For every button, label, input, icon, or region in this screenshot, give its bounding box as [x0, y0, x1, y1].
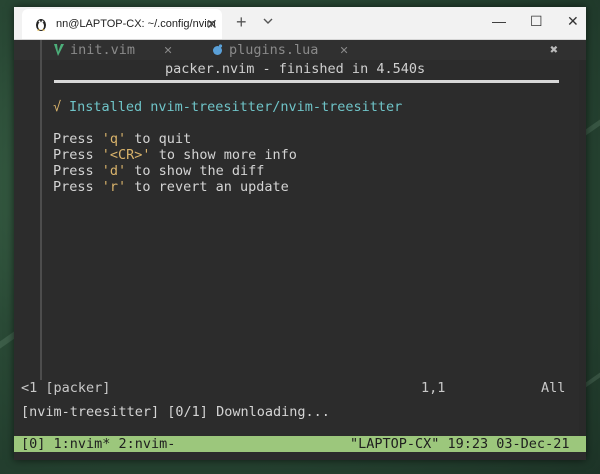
lua-icon — [213, 44, 223, 55]
packer-title-rule — [54, 80, 559, 83]
new-tab-icon[interactable]: + — [236, 12, 247, 33]
packer-title: packer.nvim - finished in 4.540s — [165, 61, 426, 77]
maximize-icon[interactable]: ☐ — [530, 13, 543, 30]
cursor-position: 1,1 — [421, 380, 446, 396]
help-line-revert: Press 'r' to revert an update — [53, 179, 289, 195]
title-bar: nn@LAPTOP-CX: ~/.config/nvim ✕ + — ☐ ✕ — [14, 7, 586, 40]
terminal-window: nn@LAPTOP-CX: ~/.config/nvim ✕ + — ☐ ✕ i… — [14, 7, 586, 460]
tmux-host-time: "LAPTOP-CX" 19:23 03-Dec-21 — [350, 436, 570, 452]
scrollbar[interactable] — [579, 60, 586, 436]
tab-close-icon[interactable]: ✕ — [206, 16, 218, 33]
terminal-content[interactable]: init.vim ✕ plugins.lua ✕ ✖ packer.nvim -… — [14, 40, 586, 460]
scroll-indicator: All — [541, 380, 566, 396]
minimize-icon[interactable]: — — [492, 13, 506, 29]
buffer-close-icon[interactable]: ✕ — [164, 42, 172, 58]
tab-title: nn@LAPTOP-CX: ~/.config/nvim — [56, 18, 216, 30]
buffer-close-icon[interactable]: ✕ — [340, 42, 348, 58]
window-separator — [40, 40, 42, 380]
terminal-tab[interactable]: nn@LAPTOP-CX: ~/.config/nvim ✕ — [22, 9, 222, 39]
help-line-quit: Press 'q' to quit — [53, 131, 192, 147]
statusline-buffer: <1 [packer] — [21, 380, 111, 396]
vim-statusline: <1 [packer] 1,1 All — [14, 380, 586, 396]
download-message: [nvim-treesitter] [0/1] Downloading... — [21, 404, 330, 420]
buffer-tab-init-vim[interactable]: init.vim — [70, 42, 135, 58]
chevron-down-icon[interactable] — [262, 14, 274, 28]
check-icon: √ — [53, 99, 62, 115]
linux-tux-icon — [36, 19, 46, 31]
tmux-windows[interactable]: [0] 1:nvim* 2:nvim- — [21, 436, 175, 452]
help-line-diff: Press 'd' to show the diff — [53, 163, 265, 179]
close-all-buffers-icon[interactable]: ✖ — [550, 42, 558, 58]
installed-message: Installed nvim-treesitter/nvim-treesitte… — [69, 99, 403, 115]
tmux-status-bar: [0] 1:nvim* 2:nvim- "LAPTOP-CX" 19:23 03… — [14, 436, 586, 452]
close-icon[interactable]: ✕ — [567, 13, 579, 30]
buffer-line: init.vim ✕ plugins.lua ✕ ✖ — [14, 40, 586, 60]
help-line-info: Press '<CR>' to show more info — [53, 147, 297, 163]
vim-icon — [54, 44, 64, 56]
buffer-tab-plugins-lua[interactable]: plugins.lua — [229, 42, 318, 58]
